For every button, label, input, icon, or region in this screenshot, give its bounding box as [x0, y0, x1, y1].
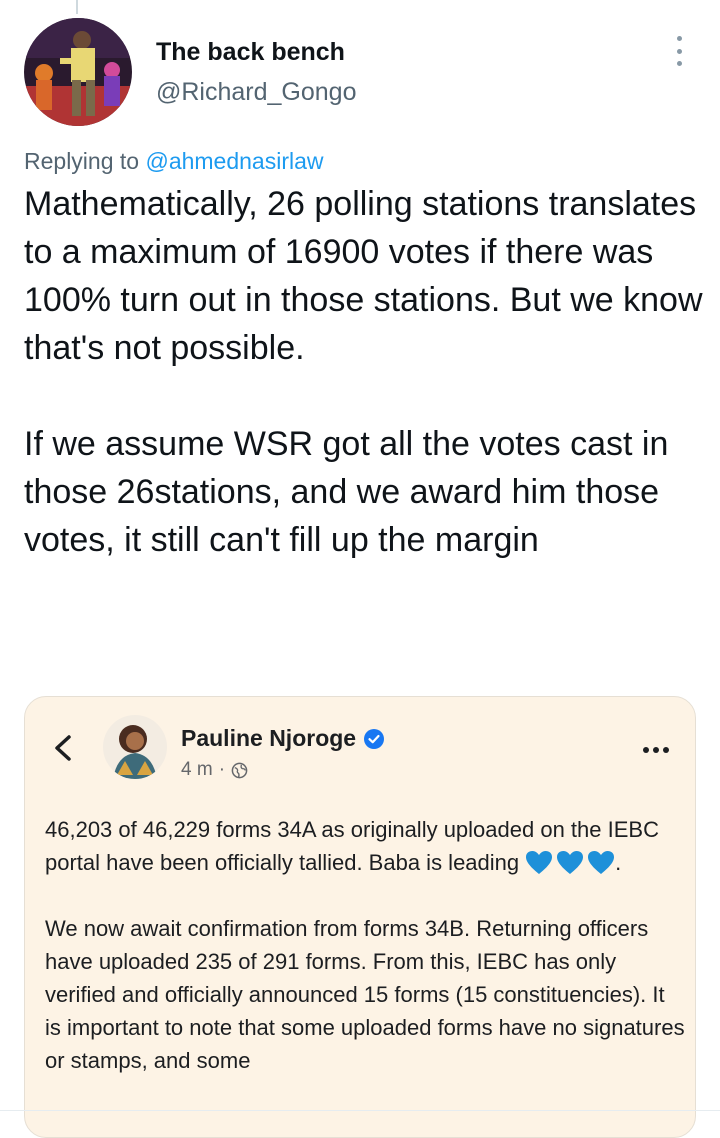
author-name[interactable]: The back bench: [156, 38, 345, 67]
back-arrow-icon: [55, 735, 71, 761]
verified-badge-icon: [364, 728, 385, 749]
replying-prefix: Replying to: [24, 148, 140, 174]
embedded-author-name-row: Pauline Njoroge: [181, 725, 385, 752]
thread-connector-line: [76, 0, 78, 14]
meta-separator: ·: [218, 759, 226, 780]
tweet-body: Mathematically, 26 polling stations tran…: [24, 180, 704, 564]
embedded-paragraph-2: We now await confirmation from forms 34B…: [45, 916, 685, 1073]
embedded-paragraph-1: 46,203 of 46,229 forms 34A as originally…: [45, 813, 685, 879]
embedded-author-avatar: [103, 715, 167, 779]
blue-heart-icon: [526, 851, 553, 874]
embedded-more-options-icon: [643, 747, 669, 753]
blue-heart-icon: [557, 851, 584, 874]
blue-heart-emojis: [525, 850, 615, 876]
bottom-divider: [0, 1110, 720, 1111]
blue-heart-icon: [588, 851, 615, 874]
embedded-paragraph-1-end: .: [615, 850, 622, 875]
embedded-author-name: Pauline Njoroge: [181, 725, 357, 751]
tweet-paragraph-1: Mathematically, 26 polling stations tran…: [24, 185, 703, 367]
globe-icon: [231, 762, 248, 778]
embedded-post-image[interactable]: Pauline Njoroge 4 m · 46,203 of 46,229 f…: [24, 696, 696, 1138]
author-handle[interactable]: @Richard_Gongo: [156, 78, 357, 107]
embedded-post-meta: 4 m ·: [181, 759, 248, 781]
replying-to-line: Replying to @ahmednasirlaw: [24, 148, 324, 175]
embedded-post-time: 4 m: [181, 759, 213, 780]
author-avatar[interactable]: [24, 18, 132, 126]
replying-to-mention[interactable]: @ahmednasirlaw: [145, 148, 323, 174]
embedded-post-body: 46,203 of 46,229 forms 34A as originally…: [45, 813, 685, 1077]
tweet-paragraph-2: If we assume WSR got all the votes cast …: [24, 425, 669, 559]
more-options-icon[interactable]: [668, 36, 690, 66]
